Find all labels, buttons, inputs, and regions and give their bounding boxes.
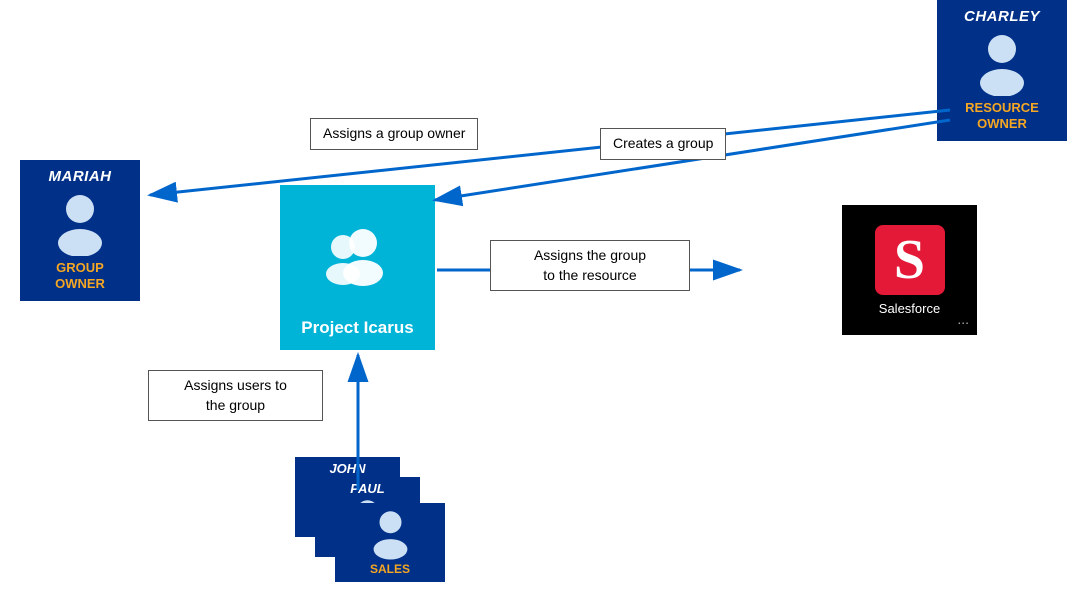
salesforce-dots: ... — [957, 311, 969, 327]
creates-group-label: Creates a group — [600, 128, 726, 160]
assigns-group-resource-label: Assigns the groupto the resource — [490, 240, 690, 291]
sales-card: SALES — [335, 503, 445, 582]
mariah-icon — [50, 191, 110, 256]
charley-icon — [972, 31, 1032, 96]
john-name: JOHN — [329, 461, 365, 476]
salesforce-label: Salesforce — [879, 301, 940, 316]
paul-name: PAUL — [350, 481, 384, 496]
salesforce-tile: S Salesforce ... — [842, 205, 977, 335]
mariah-card-box: MARIAH GROUPOWNER — [20, 160, 140, 301]
group-tile: Project Icarus — [280, 185, 435, 350]
assigns-users-label: Assigns users tothe group — [148, 370, 323, 421]
diagram: CHARLEY RESOURCEOWNER MARIAH GROUPOWNER — [0, 0, 1087, 602]
sales-name: SALES — [370, 562, 410, 576]
salesforce-logo: S — [875, 225, 945, 295]
charley-card-box: CHARLEY RESOURCEOWNER — [937, 0, 1067, 141]
sales-icon — [363, 507, 418, 562]
mariah-name: MARIAH — [49, 168, 112, 185]
mariah-role: GROUPOWNER — [55, 260, 105, 291]
charley-card: CHARLEY RESOURCEOWNER — [937, 0, 1067, 141]
group-name: Project Icarus — [301, 318, 413, 338]
charley-name: CHARLEY — [964, 8, 1040, 25]
mariah-card: MARIAH GROUPOWNER — [20, 160, 140, 301]
charley-role: RESOURCEOWNER — [965, 100, 1039, 131]
group-people-icon — [318, 229, 398, 294]
assigns-group-owner-label: Assigns a group owner — [310, 118, 478, 150]
group-icon — [318, 185, 398, 318]
